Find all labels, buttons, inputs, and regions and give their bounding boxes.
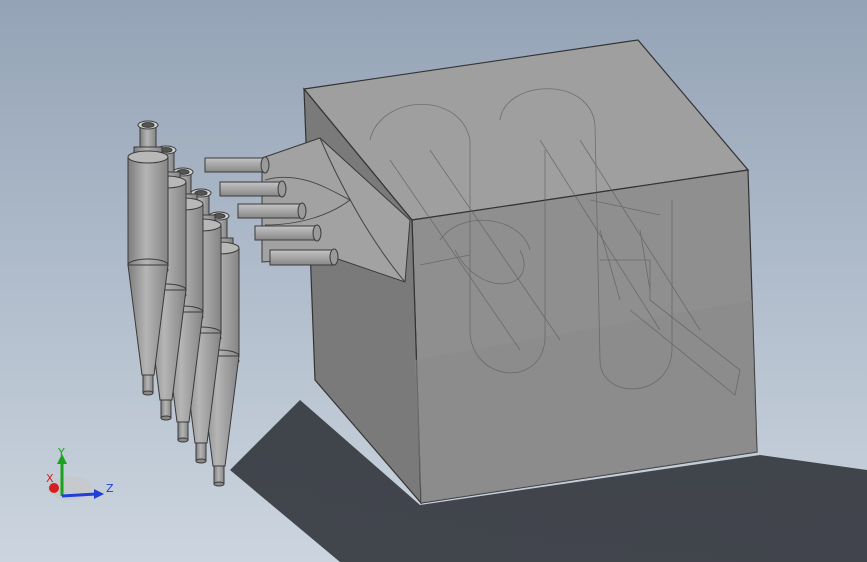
cyclone-dust-outlet-end: [195, 458, 207, 464]
graphics-viewport[interactable]: Y X Z: [0, 0, 867, 562]
cyclone-dust-outlet: [195, 442, 207, 462]
cyclone-dust-outlet: [177, 421, 189, 441]
cyclone-dust-outlet-end: [213, 481, 225, 487]
cyclone-dust-outlet-end: [177, 437, 189, 443]
cyclone-dust-outlet: [160, 399, 172, 419]
x-axis-label: X: [46, 472, 54, 485]
cyclone-body: [127, 156, 169, 266]
z-axis-arrow-icon: [61, 492, 97, 498]
model-scene[interactable]: [0, 0, 867, 562]
cyclone-dust-outlet: [142, 374, 154, 394]
cyclone-body-top: [127, 150, 169, 164]
coordinate-triad: Y X Z: [46, 446, 114, 500]
y-axis-label: Y: [57, 446, 65, 459]
z-axis-label: Z: [106, 482, 114, 495]
cyclone-outlet-hole: [141, 122, 155, 128]
cyclone-dust-outlet: [213, 465, 225, 485]
z-arrowhead-icon: [94, 489, 104, 499]
cyclone-array: [127, 120, 240, 487]
cyclone-dust-outlet-end: [160, 415, 172, 421]
cyclone-dust-outlet-end: [142, 390, 154, 396]
